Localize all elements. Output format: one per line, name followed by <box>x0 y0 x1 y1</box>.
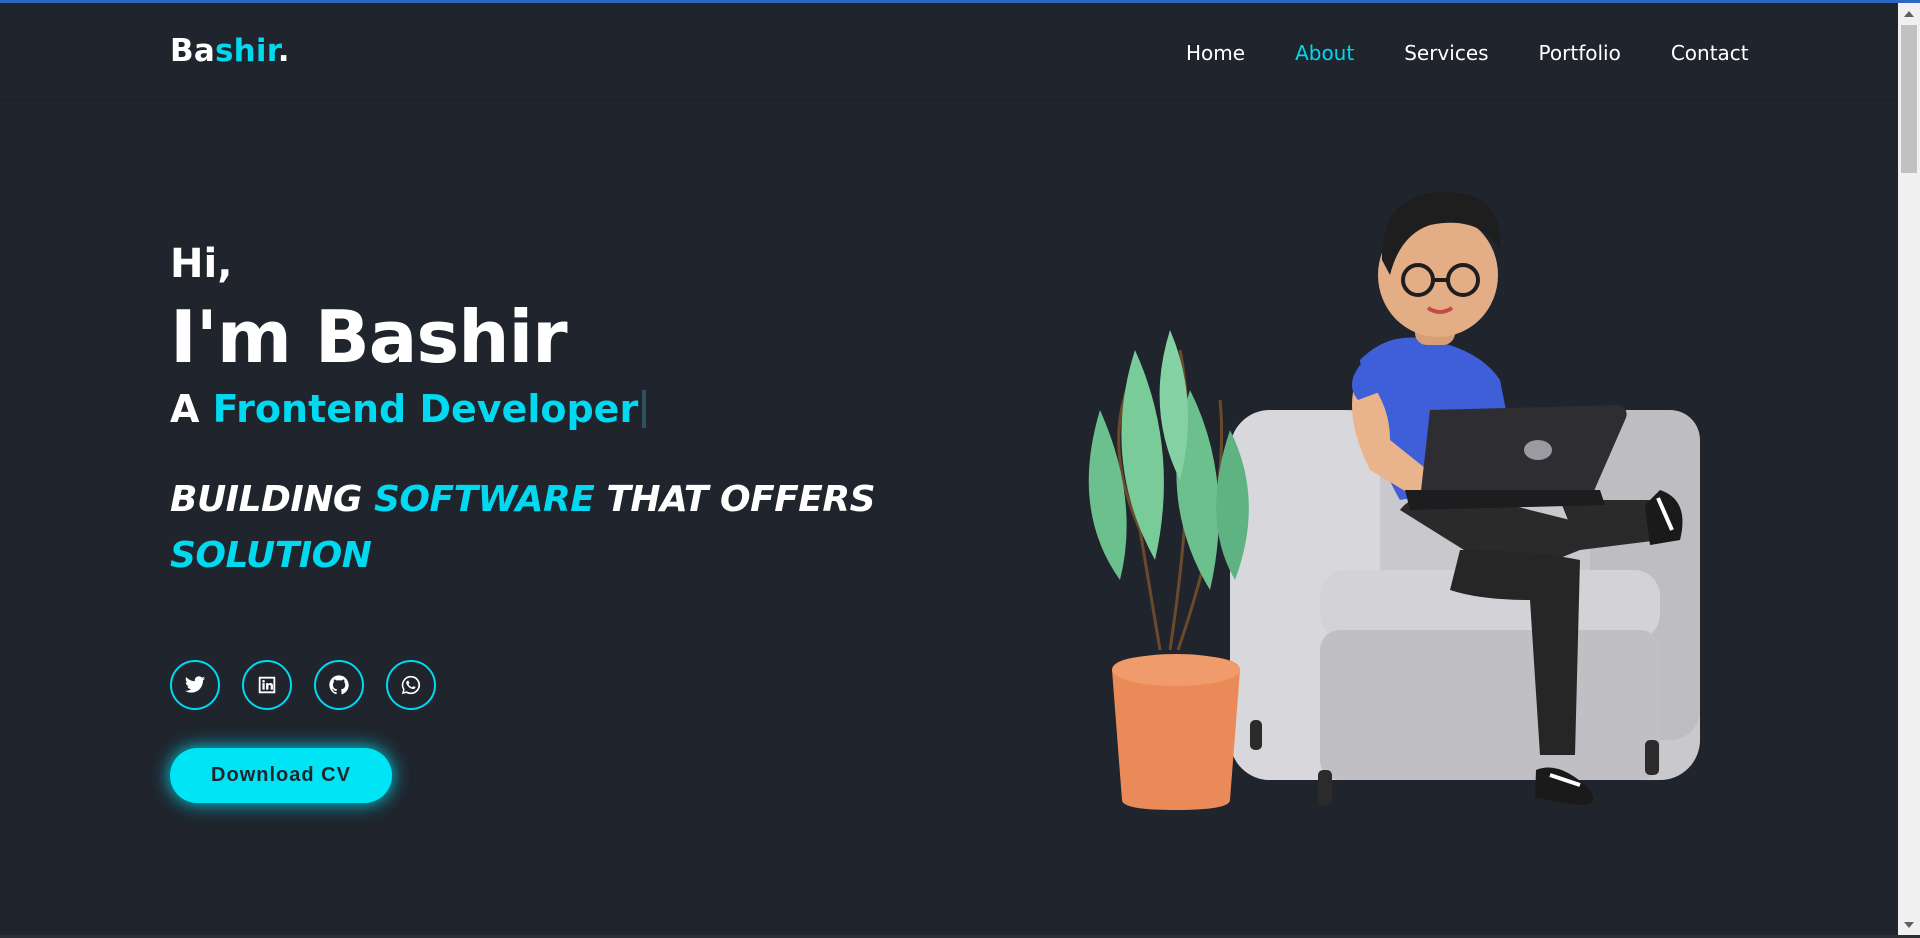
tagline-part-2: SOFTWARE <box>374 479 595 520</box>
scroll-down-arrow-icon[interactable] <box>1904 922 1914 928</box>
download-cv-button[interactable]: Download CV <box>170 748 392 803</box>
role-prefix: A <box>170 387 213 431</box>
logo-dot: . <box>277 33 290 69</box>
twitter-link[interactable] <box>170 660 220 710</box>
nav-portfolio[interactable]: Portfolio <box>1539 41 1621 65</box>
scroll-up-arrow-icon[interactable] <box>1904 11 1914 17</box>
hero-section: Hi, I'm Bashir A Frontend Developer BUIL… <box>170 240 990 584</box>
linkedin-icon <box>258 676 276 694</box>
whatsapp-link[interactable] <box>386 660 436 710</box>
site-logo[interactable]: Bashir. <box>170 33 290 69</box>
tagline-part-4: SOLUTION <box>170 535 372 576</box>
linkedin-link[interactable] <box>242 660 292 710</box>
github-link[interactable] <box>314 660 364 710</box>
logo-part-2: shir <box>214 33 278 69</box>
tagline-part-3: THAT OFFERS <box>594 479 876 520</box>
twitter-icon <box>184 676 206 693</box>
social-links <box>170 660 436 710</box>
potted-plant-illustration <box>1088 330 1249 810</box>
hero-greeting: Hi, <box>170 241 233 287</box>
hero-illustration <box>1088 191 1700 810</box>
tagline-part-1: BUILDING <box>170 479 374 520</box>
nav-about[interactable]: About <box>1295 41 1354 65</box>
github-icon <box>329 675 349 695</box>
hero-role: A Frontend Developer <box>170 384 990 434</box>
hero-name: I'm Bashir <box>170 295 568 379</box>
hero-tagline: BUILDING SOFTWARE THAT OFFERS SOLUTION <box>170 472 990 584</box>
role-text: Frontend Developer <box>212 387 639 431</box>
main-nav: Home About Services Portfolio Contact <box>1186 41 1799 65</box>
nav-contact[interactable]: Contact <box>1671 41 1749 65</box>
scrollbar[interactable] <box>1898 3 1920 935</box>
whatsapp-icon <box>401 675 421 695</box>
scrollbar-thumb[interactable] <box>1901 25 1917 173</box>
typing-cursor <box>642 390 647 428</box>
nav-services[interactable]: Services <box>1404 41 1488 65</box>
site-header: Bashir. Home About Services Portfolio Co… <box>0 3 1898 101</box>
nav-home[interactable]: Home <box>1186 41 1245 65</box>
logo-part-1: Ba <box>170 33 215 69</box>
